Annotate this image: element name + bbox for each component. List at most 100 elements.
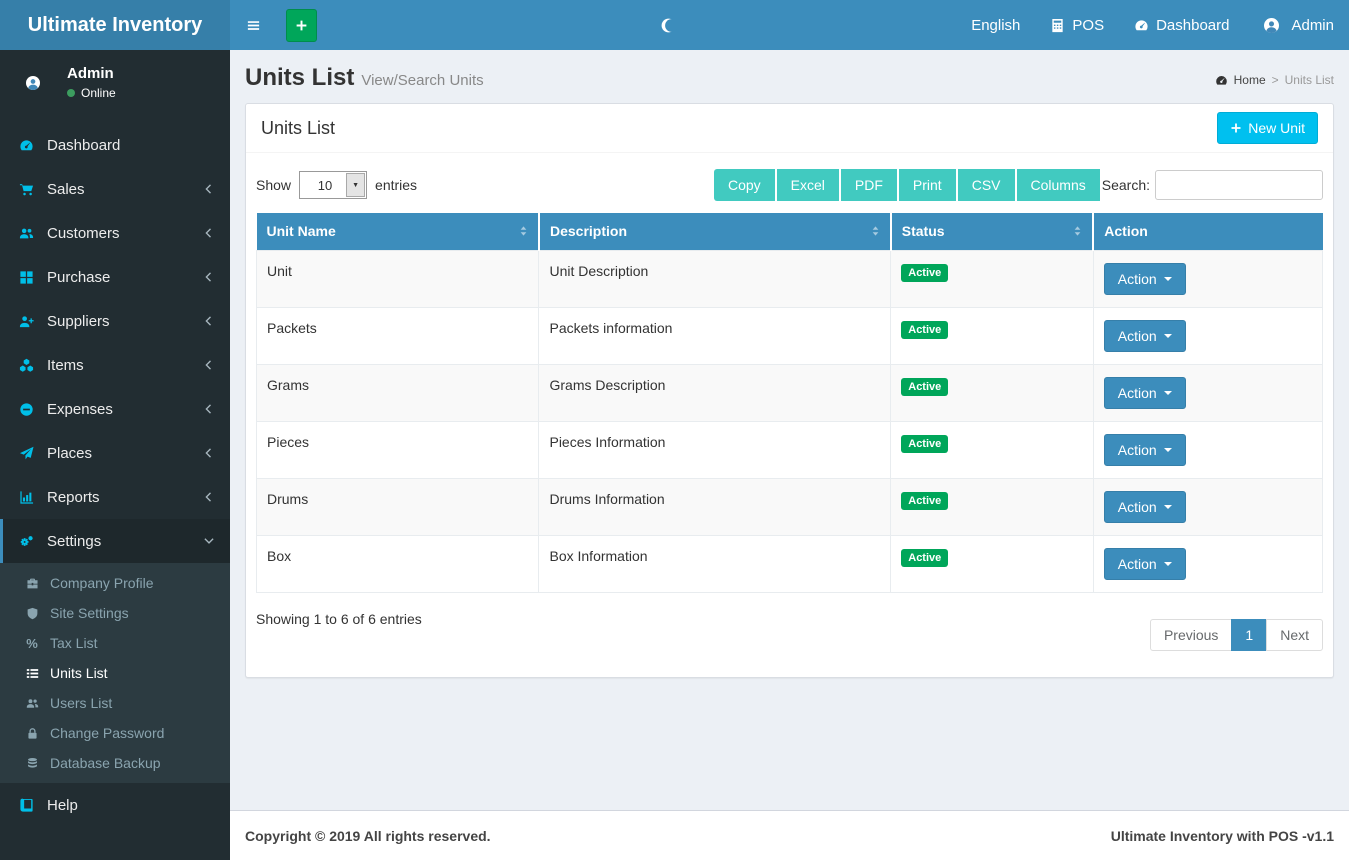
sidebar-item-items[interactable]: Items	[0, 343, 230, 387]
sidebar-item-icon	[15, 226, 37, 241]
export-button-columns[interactable]: Columns	[1017, 169, 1100, 201]
sidebar-subitem-tax-list[interactable]: % Tax List	[0, 628, 230, 658]
sidebar-user-status: Online	[67, 86, 116, 100]
search-input[interactable]	[1155, 170, 1323, 200]
new-unit-button[interactable]: New Unit	[1217, 112, 1318, 144]
sidebar-item-sales[interactable]: Sales	[0, 167, 230, 211]
main-content: Units ListView/Search Units Home > Units…	[230, 50, 1349, 810]
action-dropdown-button[interactable]: Action	[1104, 434, 1186, 466]
submenu-item-label: Units List	[50, 665, 108, 681]
export-button-excel[interactable]: Excel	[777, 169, 839, 201]
sort-icon	[517, 225, 530, 238]
export-button-pdf[interactable]: PDF	[841, 169, 897, 201]
sidebar-item-icon	[15, 490, 37, 505]
sidebar-subitem-database-backup[interactable]: Database Backup	[0, 748, 230, 778]
sidebar-subitem-users-list[interactable]: Users List	[0, 688, 230, 718]
status-badge: Active	[901, 435, 948, 453]
online-status-label: Online	[81, 86, 116, 100]
submenu-item-icon	[22, 667, 42, 680]
sidebar-user-panel: Admin Online	[0, 50, 230, 115]
sidebar-subitem-units-list[interactable]: Units List	[0, 658, 230, 688]
action-cell: Action	[1093, 250, 1322, 307]
sidebar-subitem-company-profile[interactable]: Company Profile	[0, 568, 230, 598]
pagination-previous[interactable]: Previous	[1150, 619, 1232, 651]
gears-icon	[15, 534, 37, 549]
status-badge: Active	[901, 492, 948, 510]
action-dropdown-button[interactable]: Action	[1104, 491, 1186, 523]
column-label: Status	[902, 223, 945, 239]
units-table: Unit Name Description Status	[256, 213, 1323, 593]
content-header: Units ListView/Search Units Home > Units…	[230, 50, 1349, 92]
status-cell: Active	[891, 478, 1094, 535]
sidebar-subitem-site-settings[interactable]: Site Settings	[0, 598, 230, 628]
export-button-csv[interactable]: CSV	[958, 169, 1015, 201]
sidebar-item-places[interactable]: Places	[0, 431, 230, 475]
column-header-action: Action	[1093, 213, 1322, 250]
chevron-left-icon	[203, 447, 215, 459]
page-length-select-wrap: 10	[299, 171, 367, 199]
sidebar-item-label: Places	[47, 445, 92, 462]
sidebar-item-label: Expenses	[47, 401, 113, 418]
column-header-status[interactable]: Status	[891, 213, 1094, 250]
pos-link[interactable]: POS	[1035, 0, 1119, 50]
submenu-item-label: Users List	[50, 695, 112, 711]
sidebar-item-customers[interactable]: Customers	[0, 211, 230, 255]
home-icon	[1215, 74, 1228, 87]
column-label: Unit Name	[267, 223, 336, 239]
column-label: Description	[550, 223, 627, 239]
plus-icon	[1230, 122, 1242, 134]
user-menu[interactable]: Admin	[1244, 0, 1349, 50]
language-menu[interactable]: English	[956, 0, 1035, 50]
submenu-item-icon	[22, 727, 42, 740]
gauge-icon	[1134, 18, 1149, 33]
caret-down-icon	[1164, 277, 1172, 281]
caret-down-icon	[1164, 334, 1172, 338]
column-header-unit-name[interactable]: Unit Name	[257, 213, 539, 250]
sidebar-item-expenses[interactable]: Expenses	[0, 387, 230, 431]
table-header-row: Unit Name Description Status	[257, 213, 1323, 250]
export-button-copy[interactable]: Copy	[714, 169, 775, 201]
breadcrumb-separator: >	[1272, 73, 1279, 87]
column-header-description[interactable]: Description	[539, 213, 891, 250]
action-dropdown-button[interactable]: Action	[1104, 377, 1186, 409]
description-cell: Packets information	[539, 307, 891, 364]
sidebar-item-dashboard[interactable]: Dashboard	[0, 123, 230, 167]
sidebar-subitem-change-password[interactable]: Change Password	[0, 718, 230, 748]
sidebar-item-label: Customers	[47, 225, 120, 242]
column-label: Action	[1104, 223, 1148, 239]
sidebar-item-suppliers[interactable]: Suppliers	[0, 299, 230, 343]
action-button-label: Action	[1118, 556, 1157, 572]
chevron-left-icon	[203, 315, 215, 327]
panel-title: Units List	[261, 118, 335, 139]
sidebar-item-purchase[interactable]: Purchase	[0, 255, 230, 299]
quick-add-button[interactable]	[286, 9, 317, 42]
table-right-controls: Copy Excel PDF Print CSV Columns	[714, 169, 1323, 201]
export-button-group: Copy Excel PDF Print CSV Columns	[714, 169, 1100, 201]
action-dropdown-button[interactable]: Action	[1104, 320, 1186, 352]
sidebar-item-reports[interactable]: Reports	[0, 475, 230, 519]
dashboard-link[interactable]: Dashboard	[1119, 0, 1244, 50]
page-length-select[interactable]: 10	[299, 171, 367, 199]
brand-logo[interactable]: Ultimate Inventory	[0, 0, 230, 50]
dark-mode-toggle[interactable]	[660, 0, 677, 50]
table-row-object-object: Pieces Pieces Information Active Action	[257, 421, 1323, 478]
caret-down-icon	[1164, 448, 1172, 452]
sidebar-toggle-button[interactable]	[230, 0, 276, 50]
description-cell: Box Information	[539, 535, 891, 592]
caret-down-icon	[1164, 505, 1172, 509]
chevron-left-icon	[203, 271, 215, 283]
language-label: English	[971, 17, 1020, 34]
pagination-page-1[interactable]: 1	[1231, 619, 1267, 651]
export-button-print[interactable]: Print	[899, 169, 956, 201]
breadcrumb-home[interactable]: Home	[1234, 73, 1266, 87]
action-button-label: Action	[1118, 328, 1157, 344]
sidebar-item-help[interactable]: Help	[0, 783, 230, 827]
sidebar-item-settings[interactable]: Settings	[0, 519, 230, 563]
action-dropdown-button[interactable]: Action	[1104, 548, 1186, 580]
sidebar-item-label: Suppliers	[47, 313, 110, 330]
moon-icon	[660, 17, 677, 34]
status-badge: Active	[901, 378, 948, 396]
action-dropdown-button[interactable]: Action	[1104, 263, 1186, 295]
pagination-next[interactable]: Next	[1266, 619, 1323, 651]
calculator-icon	[1050, 18, 1065, 33]
